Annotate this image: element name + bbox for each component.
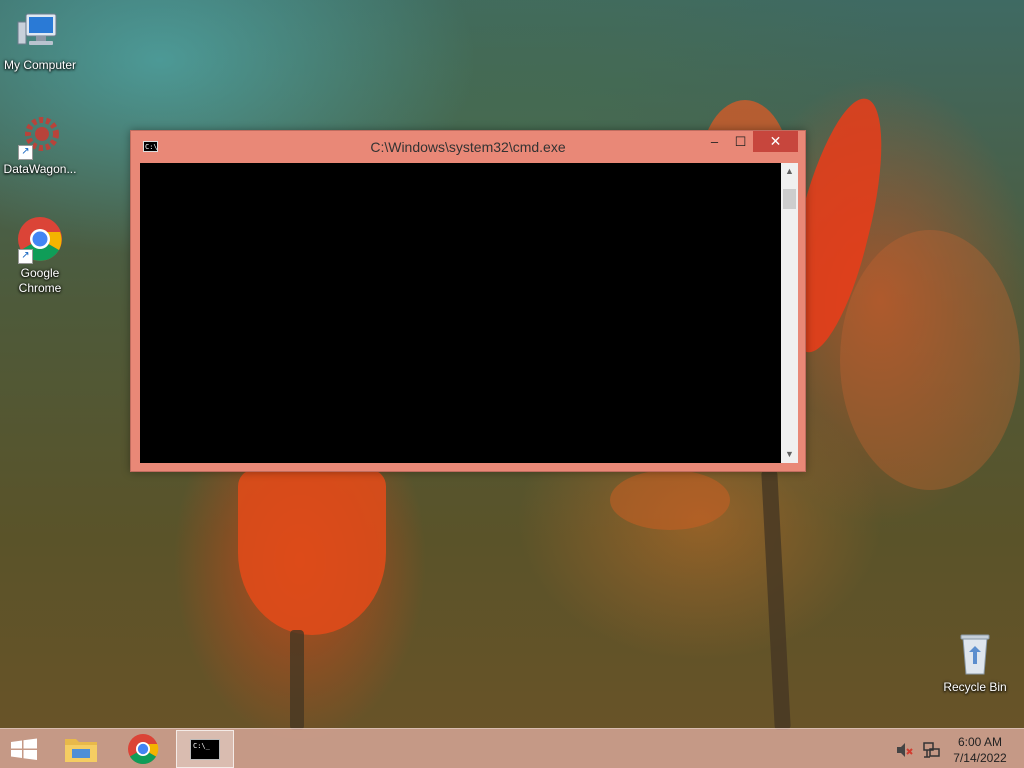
desktop-icon-label: My Computer: [3, 58, 77, 72]
taskbar-chrome[interactable]: [114, 730, 172, 768]
desktop-icon-recycle-bin[interactable]: Recycle Bin: [935, 630, 1015, 695]
vertical-scrollbar[interactable]: ▲ ▼: [781, 163, 798, 463]
minimize-button[interactable]: –: [701, 131, 728, 152]
taskbar: C:\_ 6:00 AM 7/14/2022: [0, 728, 1024, 768]
gear-icon: ↗: [16, 112, 64, 160]
title-bar[interactable]: C:\ C:\Windows\system32\cmd.exe – ☐ ✕: [131, 131, 805, 162]
shortcut-arrow-icon: ↗: [18, 145, 33, 160]
clock[interactable]: 6:00 AM 7/14/2022: [946, 734, 1014, 766]
clock-date: 7/14/2022: [953, 751, 1007, 765]
scroll-up-button[interactable]: ▲: [781, 163, 798, 180]
recycle-bin-icon: [951, 630, 999, 678]
speaker-muted-icon[interactable]: [896, 742, 914, 758]
cmd-icon-text: C:\_: [193, 742, 210, 750]
chrome-icon: ↗: [16, 216, 64, 264]
cmd-icon: C:\_: [190, 739, 220, 760]
folder-icon: [65, 739, 97, 762]
start-button[interactable]: [0, 730, 48, 768]
desktop-icon-my-computer[interactable]: My Computer: [0, 8, 80, 73]
taskbar-file-explorer[interactable]: [52, 730, 110, 768]
clock-time: 6:00 AM: [957, 735, 1003, 749]
computer-icon: [16, 8, 64, 56]
wallpaper-stem-left: [290, 630, 304, 730]
maximize-button[interactable]: ☐: [727, 131, 754, 152]
desktop-icon-label: Google Chrome: [18, 266, 62, 295]
cmd-window[interactable]: C:\ C:\Windows\system32\cmd.exe – ☐ ✕ ▲ …: [130, 130, 806, 472]
wallpaper-stem-right: [761, 469, 791, 731]
shortcut-arrow-icon: ↗: [18, 249, 33, 264]
windows-logo-icon: [11, 738, 37, 760]
network-icon[interactable]: [922, 741, 940, 759]
console-area[interactable]: [140, 163, 781, 463]
wallpaper-flower-blur: [840, 230, 1020, 490]
chrome-icon: [128, 734, 159, 765]
desktop-icon-label: DataWagon...: [3, 162, 77, 176]
scrollbar-thumb[interactable]: [783, 189, 796, 209]
scroll-down-button[interactable]: ▼: [781, 446, 798, 463]
desktop-icon-google-chrome[interactable]: ↗ Google Chrome: [0, 216, 80, 296]
desktop-icon-datawagon[interactable]: ↗ DataWagon...: [0, 112, 80, 177]
close-button[interactable]: ✕: [753, 131, 798, 152]
desktop-icon-label: Recycle Bin: [943, 680, 1007, 694]
wallpaper-flower-left: [238, 470, 386, 635]
taskbar-cmd[interactable]: C:\_: [176, 730, 234, 768]
wallpaper-flower-mid: [610, 470, 730, 530]
desktop-background: My Computer ↗ DataWagon... ↗ Google Chro…: [0, 0, 1024, 768]
